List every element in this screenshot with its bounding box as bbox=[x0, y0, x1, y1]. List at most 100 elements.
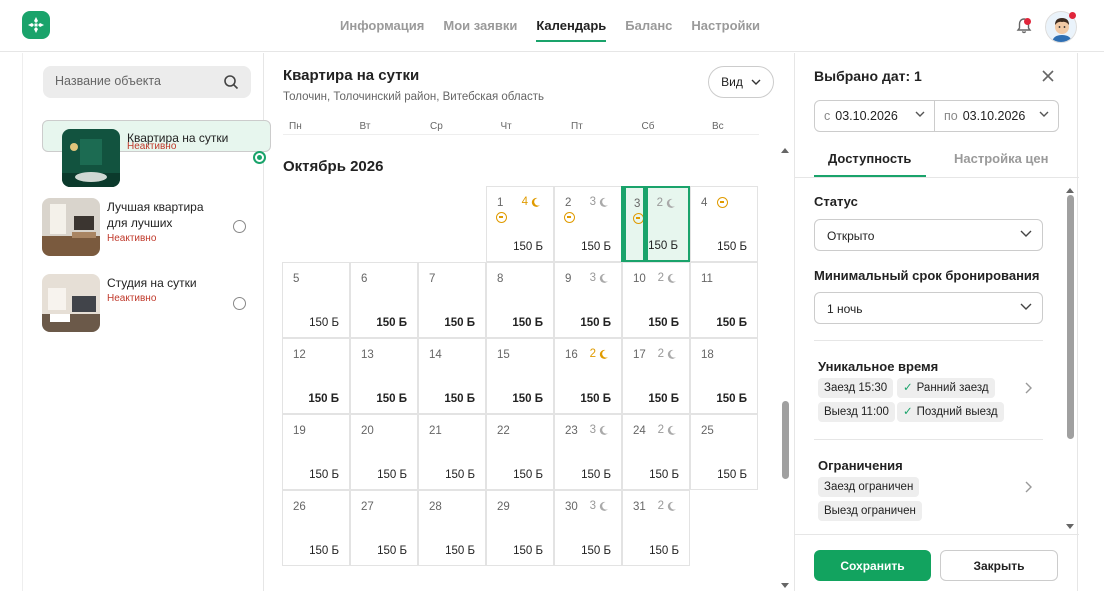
app-logo[interactable] bbox=[22, 11, 50, 39]
day-number: 28 bbox=[429, 501, 442, 513]
calendar-day[interactable]: 25 150 Б bbox=[690, 414, 758, 490]
object-radio[interactable] bbox=[233, 297, 246, 310]
calendar-day[interactable]: 14150 Б bbox=[486, 186, 554, 262]
object-item-kvartira[interactable]: Квартира на сутки Неактивно bbox=[42, 120, 271, 187]
day-price: 150 Б bbox=[376, 317, 407, 329]
calendar-day[interactable]: 13 150 Б bbox=[350, 338, 418, 414]
calendar-day[interactable]: 27 150 Б bbox=[350, 490, 418, 566]
range-handle-left[interactable] bbox=[621, 186, 626, 262]
calendar-day[interactable]: 26 150 Б bbox=[282, 490, 350, 566]
moon-icon bbox=[599, 425, 608, 435]
nav-item-0[interactable]: Информация bbox=[340, 0, 424, 52]
min-nights: 2 bbox=[590, 348, 609, 360]
calendar-day[interactable]: 9 3 150 Б bbox=[554, 262, 622, 338]
day-number: 3 bbox=[634, 198, 641, 210]
min-nights: 4 bbox=[522, 196, 541, 208]
calendar-day[interactable]: 18 150 Б bbox=[690, 338, 758, 414]
day-price: 150 Б bbox=[512, 317, 543, 329]
day-price: 150 Б bbox=[648, 393, 679, 405]
early-checkin-chip: ✓ Ранний заезд bbox=[897, 378, 995, 398]
calendar-scrollbar[interactable] bbox=[780, 141, 790, 591]
min-nights-value: 2 bbox=[589, 348, 596, 360]
status-select[interactable]: Открыто bbox=[814, 219, 1043, 251]
date-to-label: по bbox=[944, 109, 958, 123]
search-icon[interactable] bbox=[223, 74, 239, 90]
chevron-right-icon[interactable] bbox=[1024, 382, 1032, 394]
nav-item-4[interactable]: Настройки bbox=[691, 0, 760, 52]
scroll-down-icon[interactable] bbox=[1065, 523, 1075, 531]
calendar-day[interactable]: 3 2 150 Б bbox=[621, 186, 690, 262]
calendar-day[interactable]: 12 150 Б bbox=[282, 338, 350, 414]
checkout-time-chip: Выезд 11:00 bbox=[818, 402, 895, 422]
scroll-thumb[interactable] bbox=[782, 401, 789, 479]
calendar-day[interactable]: 17 2 150 Б bbox=[622, 338, 690, 414]
date-from-field[interactable]: с 03.10.2026 bbox=[814, 100, 935, 132]
moon-icon bbox=[599, 349, 608, 359]
search-input[interactable] bbox=[55, 74, 215, 88]
date-from-value: 03.10.2026 bbox=[835, 109, 898, 123]
nav-item-2[interactable]: Календарь bbox=[536, 0, 606, 52]
nav-item-3[interactable]: Баланс bbox=[625, 0, 672, 52]
checkin-time-chip: Заезд 15:30 bbox=[818, 378, 894, 398]
object-item-luchshaya[interactable]: Лучшая квартира для лучших Неактивно bbox=[23, 195, 264, 263]
calendar-title: Квартира на сутки bbox=[283, 67, 420, 84]
view-dropdown[interactable]: Вид bbox=[708, 66, 774, 98]
calendar-day[interactable]: 2 3 150 Б bbox=[554, 186, 622, 262]
calendar-day[interactable]: 16 2 150 Б bbox=[554, 338, 622, 414]
day-number: 7 bbox=[429, 273, 436, 285]
calendar-day[interactable]: 4 150 Б bbox=[690, 186, 758, 262]
calendar-day[interactable]: 8 150 Б bbox=[486, 262, 554, 338]
tab-availability[interactable]: Доступность bbox=[828, 151, 911, 166]
day-number: 24 bbox=[633, 425, 646, 437]
calendar-day[interactable]: 7 150 Б bbox=[418, 262, 486, 338]
calendar-day[interactable]: 6 150 Б bbox=[350, 262, 418, 338]
object-item-studiya[interactable]: Студия на сутки Неактивно bbox=[23, 271, 264, 339]
chevron-down-icon bbox=[1039, 111, 1049, 117]
chevron-right-icon[interactable] bbox=[1024, 481, 1032, 493]
day-price: 150 Б bbox=[649, 545, 679, 557]
main-nav: Информация Мои заявки Календарь Баланс Настр… bbox=[340, 0, 779, 52]
scroll-thumb[interactable] bbox=[1067, 195, 1074, 439]
blocked-icon bbox=[496, 212, 507, 223]
scroll-down-icon[interactable] bbox=[780, 582, 790, 590]
chevron-down-icon bbox=[751, 79, 761, 85]
day-price: 150 Б bbox=[581, 241, 611, 253]
calendar-day[interactable]: 31 2 150 Б bbox=[622, 490, 690, 566]
object-radio[interactable] bbox=[233, 220, 246, 233]
calendar-day[interactable]: 23 3 150 Б bbox=[554, 414, 622, 490]
calendar-day[interactable]: 5 150 Б bbox=[282, 262, 350, 338]
scroll-up-icon[interactable] bbox=[1065, 186, 1075, 194]
scroll-up-icon[interactable] bbox=[780, 146, 790, 154]
day-price: 150 Б bbox=[376, 393, 407, 405]
calendar-day[interactable]: 30 3 150 Б bbox=[554, 490, 622, 566]
calendar-day[interactable]: 29 150 Б bbox=[486, 490, 554, 566]
min-stay-select[interactable]: 1 ночь bbox=[814, 292, 1043, 324]
min-nights: 2 bbox=[658, 272, 677, 284]
close-button[interactable]: Закрыть bbox=[940, 550, 1058, 581]
calendar-day[interactable]: 21 150 Б bbox=[418, 414, 486, 490]
calendar-day[interactable]: 20 150 Б bbox=[350, 414, 418, 490]
selected-dates-title: Выбрано дат: 1 bbox=[814, 68, 922, 84]
calendar-day[interactable]: 11 150 Б bbox=[690, 262, 758, 338]
chevron-down-icon bbox=[1020, 230, 1032, 237]
calendar-day[interactable]: 10 2 150 Б bbox=[622, 262, 690, 338]
range-handle-right[interactable] bbox=[643, 186, 648, 262]
day-number: 4 bbox=[701, 197, 708, 209]
day-number: 8 bbox=[497, 273, 504, 285]
panel-scrollbar[interactable] bbox=[1065, 181, 1075, 531]
calendar-day[interactable]: 28 150 Б bbox=[418, 490, 486, 566]
date-to-field[interactable]: по 03.10.2026 bbox=[934, 100, 1059, 132]
min-nights-value: 4 bbox=[521, 196, 528, 208]
close-icon[interactable] bbox=[1040, 68, 1056, 84]
save-button[interactable]: Сохранить bbox=[814, 550, 931, 581]
calendar-day[interactable]: 15 150 Б bbox=[486, 338, 554, 414]
min-nights-value: 2 bbox=[657, 424, 664, 436]
nav-item-1[interactable]: Мои заявки bbox=[443, 0, 517, 52]
calendar-day[interactable]: 22 150 Б bbox=[486, 414, 554, 490]
min-nights: 3 bbox=[590, 424, 609, 436]
calendar-day[interactable]: 19 150 Б bbox=[282, 414, 350, 490]
weekday-header: Пн Вт Ср Чт Пт Сб Вс bbox=[283, 115, 759, 135]
calendar-day[interactable]: 24 2 150 Б bbox=[622, 414, 690, 490]
calendar-day[interactable]: 14150 Б bbox=[418, 338, 486, 414]
tab-prices[interactable]: Настройка цен bbox=[954, 151, 1049, 166]
